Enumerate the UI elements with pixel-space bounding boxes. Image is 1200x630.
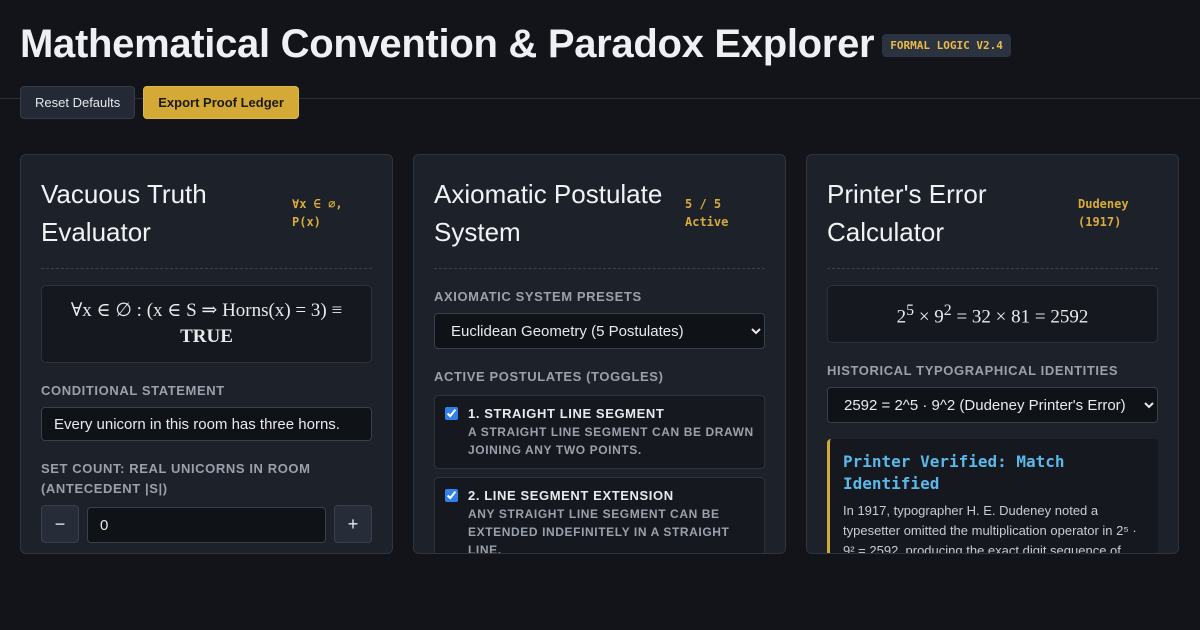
postulate-text: 1. Straight Line Segment A straight line…	[468, 405, 754, 459]
postulate-name: 2. Line Segment Extension	[468, 488, 674, 503]
decrement-button[interactable]: −	[41, 505, 79, 543]
postulate-name: 1. Straight Line Segment	[468, 406, 665, 421]
panels-row: Vacuous Truth Evaluator ∀x ∈ ∅, P(x) ∀x …	[20, 154, 1179, 554]
postulate-item[interactable]: 2. Line Segment Extension Any straight l…	[434, 477, 765, 554]
callout-title: Printer Verified: Match Identified	[843, 452, 1065, 494]
toggles-label: Active Postulates (Toggles)	[434, 369, 664, 384]
app-header: Mathematical Convention & Paradox Explor…	[0, 0, 1200, 119]
statement-label: Conditional Statement	[41, 383, 225, 398]
postulate-checkbox[interactable]	[445, 407, 458, 420]
identity-select[interactable]: 2592 = 2^5 · 9^2 (Dudeney Printer's Erro…	[827, 387, 1158, 424]
printer-error-panel: Printer's Error Calculator Dudeney (1917…	[806, 154, 1179, 554]
callout-body: In 1917, typographer H. E. Dudeney noted…	[843, 503, 1137, 554]
identity-formula-display: 25 × 92 = 32 × 81 = 2592	[827, 285, 1158, 344]
panel-tag: ∀x ∈ ∅, P(x)	[292, 197, 343, 229]
formula-display: ∀x ∈ ∅ : (x ∈ S ⇒ Horns(x) = 3) ≡ TRUE	[41, 285, 372, 363]
partial-primary-button[interactable]	[41, 553, 155, 554]
postulate-desc: A straight line segment can be drawn joi…	[468, 425, 754, 457]
increment-button[interactable]: +	[334, 505, 372, 543]
identities-label: Historical Typographical Identities	[827, 363, 1119, 379]
statement-input[interactable]	[41, 407, 372, 441]
verification-callout: Printer Verified: Match Identified In 19…	[827, 439, 1158, 554]
preset-select[interactable]: Euclidean Geometry (5 Postulates)	[434, 313, 765, 349]
header-actions: Reset Defaults Export Proof Ledger	[20, 86, 1180, 119]
postulate-text: 2. Line Segment Extension Any straight l…	[468, 487, 754, 554]
count-label: Set Count: Real Unicorns in Room (Antece…	[41, 461, 311, 496]
vacuous-truth-panel: Vacuous Truth Evaluator ∀x ∈ ∅, P(x) ∀x …	[20, 154, 393, 554]
panel-tag: Dudeney (1917)	[1078, 197, 1129, 229]
panel-title: Vacuous Truth Evaluator	[41, 179, 207, 247]
postulate-checkbox[interactable]	[445, 489, 458, 502]
panel-header: Printer's Error Calculator Dudeney (1917…	[827, 175, 1158, 269]
page-title: Mathematical Convention & Paradox Explor…	[20, 21, 875, 66]
truth-result: TRUE	[180, 326, 233, 347]
formula-text: ∀x ∈ ∅ : (x ∈ S ⇒ Horns(x) = 3) ≡	[70, 300, 343, 321]
postulate-item[interactable]: 1. Straight Line Segment A straight line…	[434, 395, 765, 469]
axiomatic-panel: Axiomatic Postulate System 5 / 5 Active …	[413, 154, 786, 554]
panel-title: Printer's Error Calculator	[827, 179, 987, 247]
postulate-desc: Any straight line segment can be extende…	[468, 507, 730, 554]
partial-secondary-button[interactable]	[169, 553, 299, 554]
count-input[interactable]	[87, 507, 326, 543]
title-row: Mathematical Convention & Paradox Explor…	[20, 20, 1180, 68]
partial-button-row	[41, 553, 372, 554]
active-count-tag: 5 / 5 Active	[685, 197, 729, 229]
export-proof-ledger-button[interactable]: Export Proof Ledger	[143, 86, 299, 119]
count-stepper: − +	[41, 505, 372, 543]
reset-defaults-button[interactable]: Reset Defaults	[20, 86, 136, 119]
panel-header: Axiomatic Postulate System 5 / 5 Active	[434, 175, 765, 269]
panel-title: Axiomatic Postulate System	[434, 179, 663, 247]
presets-label: Axiomatic System Presets	[434, 289, 642, 304]
panel-header: Vacuous Truth Evaluator ∀x ∈ ∅, P(x)	[41, 175, 372, 269]
version-badge: FORMAL LOGIC V2.4	[882, 33, 1011, 57]
